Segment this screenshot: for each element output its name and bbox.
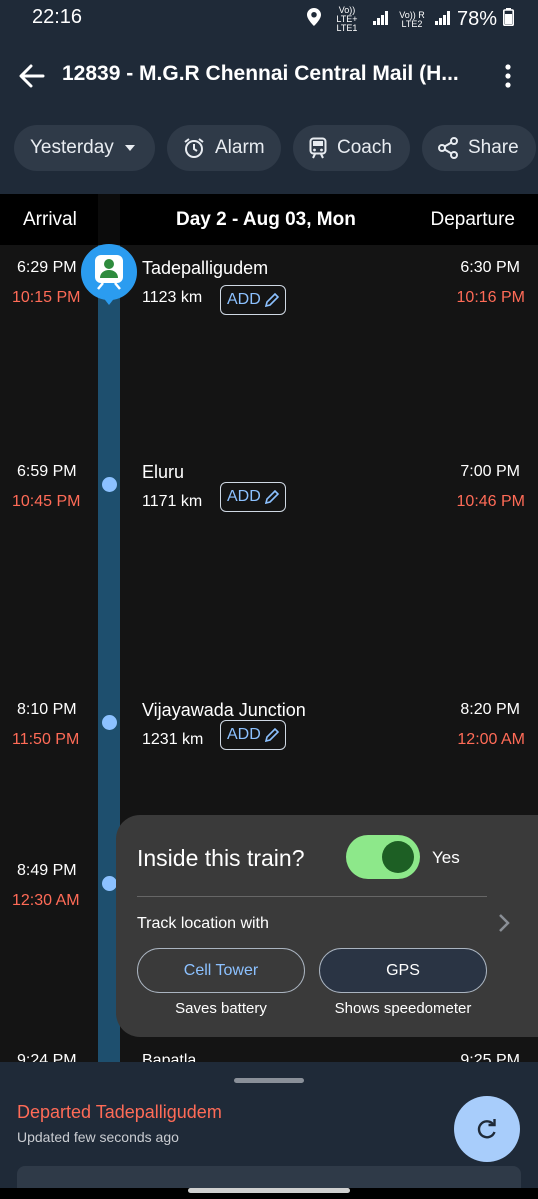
add-note-button[interactable]: ADD xyxy=(220,482,286,512)
home-gesture-pill[interactable] xyxy=(188,1188,350,1193)
date-select-chip[interactable]: Yesterday xyxy=(14,125,155,171)
station-name: Vijayawada Junction xyxy=(142,700,306,720)
back-arrow-icon xyxy=(19,64,45,88)
actual-arrival: 11:50 PM xyxy=(12,731,80,748)
train-title: 12839 - M.G.R Chennai Central Mail (H... xyxy=(62,62,459,85)
cell-tower-button[interactable]: Cell Tower xyxy=(137,948,305,993)
actual-departure: 10:16 PM xyxy=(456,289,525,306)
actual-arrival: 10:15 PM xyxy=(12,289,81,306)
chevron-right-icon[interactable] xyxy=(498,913,510,938)
toggle-value-label: Yes xyxy=(432,848,460,867)
arrival-header: Arrival xyxy=(23,209,77,230)
inside-train-card: Inside this train? Yes Track location wi… xyxy=(116,815,538,1037)
day-header: Day 2 - Aug 03, Mon xyxy=(176,209,356,230)
battery-percent: 78% xyxy=(456,8,497,30)
departure-status: Departed Tadepalligudem xyxy=(17,1102,222,1122)
back-button[interactable] xyxy=(14,58,50,94)
station-dot xyxy=(102,477,117,492)
app-bar: 12839 - M.G.R Chennai Central Mail (H...… xyxy=(0,36,538,194)
card-divider xyxy=(137,896,487,897)
date-select-label: Yesterday xyxy=(30,137,114,158)
gps-button[interactable]: GPS xyxy=(319,948,487,993)
scheduled-departure: 8:20 PM xyxy=(460,701,520,718)
signal-icon-2 xyxy=(434,8,451,31)
station-distance: 1123 km xyxy=(142,289,203,306)
status-bar: 22:16 Vo)) LTE+ LTE1 Vo)) R LTE2 78% xyxy=(0,0,538,36)
refresh-button[interactable] xyxy=(454,1096,520,1162)
share-chip[interactable]: Share xyxy=(422,125,536,171)
edit-pencil-icon xyxy=(264,490,279,504)
train-icon xyxy=(309,137,327,159)
station-distance: 1231 km xyxy=(142,731,204,748)
scheduled-departure: 6:30 PM xyxy=(460,259,520,276)
refresh-icon xyxy=(477,1119,496,1139)
train-marker-pointer xyxy=(102,296,116,305)
scheduled-arrival: 6:29 PM xyxy=(17,259,77,276)
coach-chip[interactable]: Coach xyxy=(293,125,410,171)
network-1-label: Vo)) LTE+ LTE1 xyxy=(336,5,358,33)
scheduled-arrival: 8:49 PM xyxy=(17,862,77,879)
alarm-icon xyxy=(184,138,204,158)
column-header: Arrival Day 2 - Aug 03, Mon Departure xyxy=(0,194,538,245)
actual-departure: 10:46 PM xyxy=(456,493,525,510)
status-icons: Vo)) LTE+ LTE1 Vo)) R LTE2 78% xyxy=(306,5,514,33)
alarm-chip[interactable]: Alarm xyxy=(167,125,281,171)
scheduled-departure: 7:00 PM xyxy=(460,463,520,480)
system-nav-bar xyxy=(0,1188,538,1199)
coach-label: Coach xyxy=(337,137,392,158)
station-name: Tadepalligudem xyxy=(142,258,269,278)
action-chips: Yesterday Alarm Coach Share xyxy=(14,125,536,171)
add-label: ADD xyxy=(227,488,261,505)
location-icon xyxy=(306,7,321,32)
station-name: Eluru xyxy=(142,462,185,482)
sheet-content-strip xyxy=(17,1166,521,1188)
train-position-icon xyxy=(95,255,123,290)
last-updated-text: Updated few seconds ago xyxy=(17,1129,179,1145)
track-location-label: Track location with xyxy=(137,915,269,932)
actual-arrival: 12:30 AM xyxy=(12,892,80,909)
departure-header: Departure xyxy=(430,209,516,230)
scheduled-arrival: 6:59 PM xyxy=(17,463,77,480)
sheet-drag-handle[interactable] xyxy=(234,1078,304,1083)
scheduled-arrival: 8:10 PM xyxy=(17,701,77,718)
share-label: Share xyxy=(468,137,519,158)
route-timeline-cap xyxy=(98,194,120,245)
share-icon xyxy=(438,137,458,159)
add-note-button[interactable]: ADD xyxy=(220,285,286,315)
inside-train-toggle[interactable] xyxy=(346,835,420,879)
toggle-knob xyxy=(382,841,414,873)
actual-arrival: 10:45 PM xyxy=(12,493,81,510)
signal-icon xyxy=(372,8,389,31)
add-label: ADD xyxy=(227,291,261,308)
station-dot xyxy=(102,715,117,730)
station-distance: 1171 km xyxy=(142,493,203,510)
alarm-label: Alarm xyxy=(215,137,265,158)
network-2-label: Vo)) R LTE2 xyxy=(399,9,425,29)
add-label: ADD xyxy=(227,726,261,743)
edit-pencil-icon xyxy=(264,293,279,307)
cell-tower-subtitle: Saves battery xyxy=(175,1000,267,1017)
edit-pencil-icon xyxy=(264,728,279,742)
add-note-button[interactable]: ADD xyxy=(220,720,286,750)
actual-departure: 12:00 AM xyxy=(457,731,525,748)
status-bottom-sheet[interactable]: Departed Tadepalligudem Updated few seco… xyxy=(0,1062,538,1188)
station-dot xyxy=(102,876,117,891)
gps-subtitle: Shows speedometer xyxy=(334,1000,472,1017)
more-vert-icon xyxy=(505,64,511,88)
more-options-button[interactable] xyxy=(496,58,520,94)
inside-train-question: Inside this train? xyxy=(137,845,305,871)
chevron-down-icon xyxy=(124,145,135,151)
current-train-marker xyxy=(81,244,137,300)
battery-icon xyxy=(503,7,514,32)
status-time: 22:16 xyxy=(32,6,83,28)
